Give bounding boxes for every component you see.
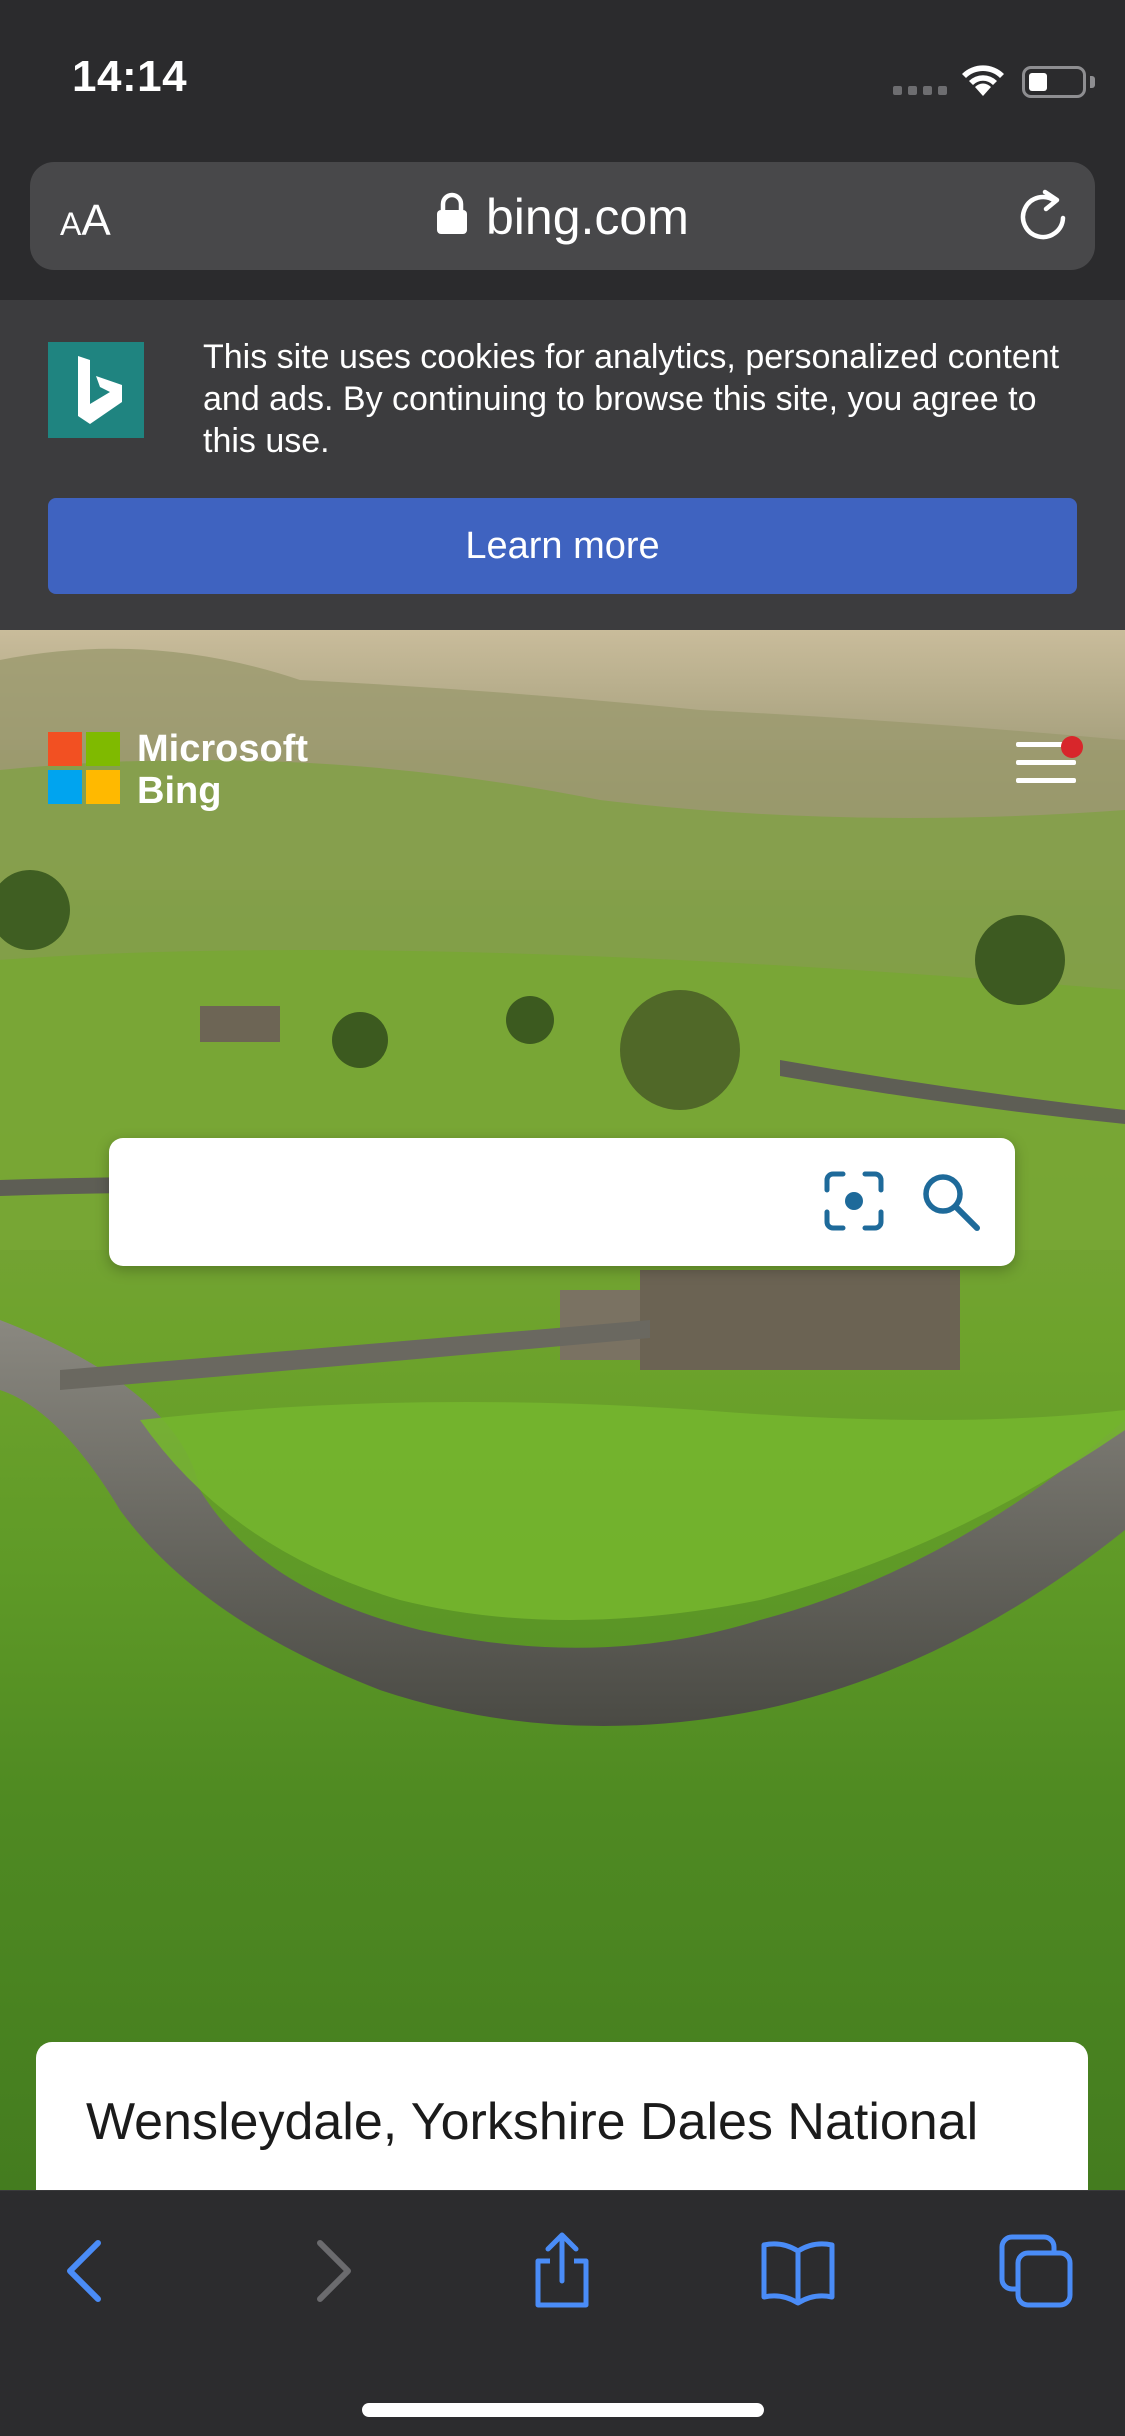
address-bar[interactable]: AA bing.com [30,162,1095,270]
image-caption[interactable]: Wensleydale, Yorkshire Dales National [86,2092,978,2152]
status-time: 14:14 [72,52,188,101]
cookie-banner: This site uses cookies for analytics, pe… [0,300,1125,630]
battery-icon [1022,66,1086,98]
bookmarks-icon[interactable] [758,2231,838,2311]
learn-more-button[interactable]: Learn more [48,498,1077,594]
share-icon[interactable] [522,2231,602,2311]
tabs-icon[interactable] [996,2231,1076,2311]
forward-icon[interactable] [290,2231,370,2311]
home-indicator[interactable] [362,2403,764,2417]
brand-line-bing: Bing [137,770,222,812]
status-bar: 14:14 [0,0,1125,150]
brand-name[interactable]: Microsoft Bing [137,728,308,812]
hero-image: Microsoft Bing Wensleydale, Yorkshire Da… [0,630,1125,2190]
search-icon[interactable] [917,1168,983,1234]
search-input[interactable] [139,1168,819,1236]
brand-line-microsoft: Microsoft [137,728,308,770]
search-box[interactable] [109,1138,1015,1266]
browser-toolbar [0,2190,1125,2436]
lock-icon [437,192,467,234]
microsoft-logo-icon[interactable] [48,732,120,804]
reload-icon[interactable] [1015,188,1071,244]
visual-search-icon[interactable] [821,1168,887,1234]
image-caption-card[interactable]: Wensleydale, Yorkshire Dales National [36,2042,1088,2190]
url-text[interactable]: bing.com [486,188,689,246]
notification-badge [1061,736,1083,758]
text-size-button[interactable]: AA [60,196,111,246]
back-icon[interactable] [48,2231,128,2311]
cellular-signal-icon [893,86,947,95]
landscape-background [0,630,1125,1726]
cookie-message: This site uses cookies for analytics, pe… [203,338,1060,460]
bing-logo-icon [48,342,144,438]
wifi-icon [962,65,1004,96]
